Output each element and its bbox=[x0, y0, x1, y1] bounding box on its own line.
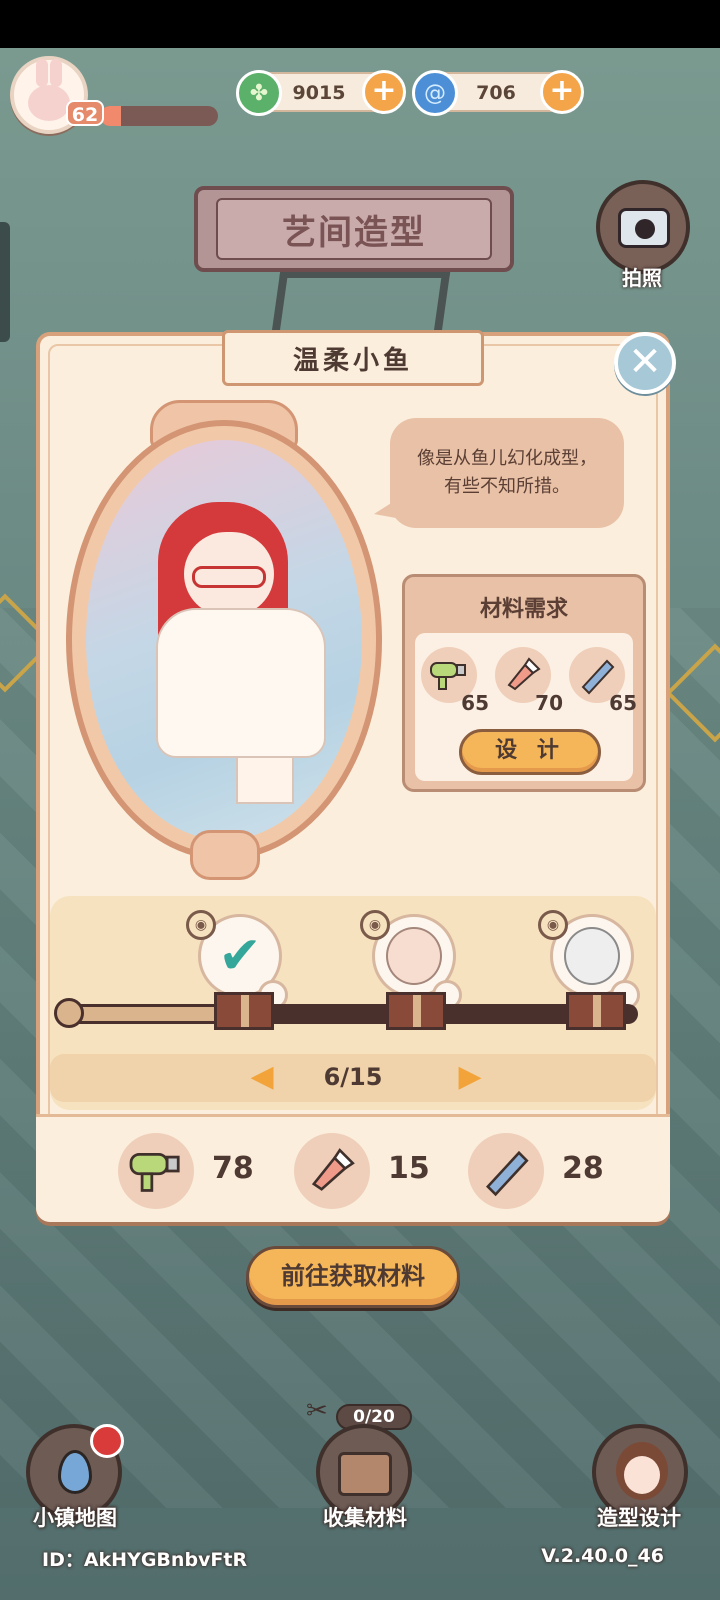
required-count: 70 bbox=[535, 691, 563, 715]
camera-icon bbox=[618, 208, 670, 248]
unlock-progress: ✔ ◉ ◉ ◉ ◀ 6/15 ▶ bbox=[50, 896, 656, 1110]
inventory-comb: 28 bbox=[468, 1133, 638, 1211]
status-bar bbox=[0, 0, 720, 48]
page-title: 艺间造型 bbox=[282, 212, 426, 253]
clover-icon: ✤ bbox=[236, 70, 282, 116]
get-materials-button[interactable]: 前往获取材料 bbox=[246, 1246, 460, 1308]
makeup-brush-icon bbox=[294, 1133, 370, 1209]
character-glasses bbox=[192, 566, 266, 588]
materials-required-box: 材料需求 65 70 65 设 计 bbox=[402, 574, 646, 792]
add-clover-button[interactable]: + bbox=[362, 70, 406, 114]
hair-dryer-icon bbox=[118, 1133, 194, 1209]
gift-icon[interactable] bbox=[386, 992, 446, 1030]
inventory-makeup-brush: 15 bbox=[294, 1133, 464, 1211]
comb-icon bbox=[468, 1133, 544, 1209]
map-pin-icon bbox=[58, 1450, 92, 1494]
description-bubble: 像是从鱼儿幻化成型，有些不知所措。 bbox=[374, 418, 624, 528]
progress-track bbox=[54, 998, 638, 1028]
inventory-count: 15 bbox=[388, 1151, 430, 1186]
close-icon: ✕ bbox=[628, 339, 662, 385]
close-button[interactable]: ✕ bbox=[614, 332, 676, 394]
next-page-arrow-icon[interactable]: ▶ bbox=[456, 1062, 484, 1094]
notification-dot bbox=[90, 1424, 124, 1458]
eye-icon[interactable]: ◉ bbox=[538, 910, 568, 940]
outfit-name-plate: 温柔小鱼 bbox=[222, 330, 484, 386]
character-preview[interactable] bbox=[86, 440, 362, 840]
currency-clover: ✤ 9015 + bbox=[236, 70, 406, 116]
outfit-name: 温柔小鱼 bbox=[292, 345, 413, 376]
outfit-description: 像是从鱼儿幻化成型，有些不知所措。 bbox=[417, 448, 597, 497]
progress-knob bbox=[54, 998, 84, 1028]
scissors-icon: ✂ bbox=[306, 1396, 328, 1426]
gift-icon[interactable] bbox=[214, 992, 274, 1030]
character-legs bbox=[236, 756, 294, 804]
required-count: 65 bbox=[461, 691, 489, 715]
player-id: ID：AkHYGBnbvFtR bbox=[42, 1549, 248, 1571]
page-indicator: 6/15 bbox=[323, 1063, 383, 1091]
camera-button[interactable] bbox=[596, 180, 690, 274]
mirror-foot-ornament bbox=[190, 830, 260, 880]
eye-icon[interactable]: ◉ bbox=[186, 910, 216, 940]
required-count: 65 bbox=[609, 691, 637, 715]
add-swirl-button[interactable]: + bbox=[540, 70, 584, 114]
version-text: V.2.40.0_46 bbox=[541, 1545, 664, 1567]
level-badge: 62 bbox=[66, 100, 104, 126]
required-makeup-brush: 70 bbox=[495, 647, 563, 715]
material-inventory: 78 15 28 bbox=[36, 1114, 670, 1222]
milestone-2[interactable]: ◉ bbox=[360, 906, 462, 1010]
inventory-count: 28 bbox=[562, 1151, 604, 1186]
camera-label: 拍照 bbox=[622, 266, 662, 290]
inventory-count: 78 bbox=[212, 1151, 254, 1186]
mirror-frame bbox=[66, 420, 382, 860]
white-hair-head-icon bbox=[564, 927, 620, 985]
page-title-banner: 艺间造型 bbox=[194, 186, 514, 272]
bald-head-icon bbox=[386, 927, 442, 985]
materials-title: 材料需求 bbox=[479, 597, 568, 622]
toolbox-icon bbox=[338, 1452, 392, 1496]
styling-design-label: 造型设计 bbox=[597, 1506, 681, 1530]
milestone-1[interactable]: ✔ ◉ bbox=[186, 906, 288, 1010]
bunny-icon bbox=[28, 59, 70, 121]
collect-materials-label: 收集材料 bbox=[323, 1506, 407, 1530]
required-comb: 65 bbox=[569, 647, 637, 715]
town-map-label: 小镇地图 bbox=[33, 1506, 117, 1530]
side-edge-tab[interactable] bbox=[0, 222, 10, 342]
gift-icon[interactable] bbox=[566, 992, 626, 1030]
xp-bar bbox=[100, 106, 218, 126]
girl-avatar-icon bbox=[616, 1442, 668, 1500]
page-navigator: ◀ 6/15 ▶ bbox=[50, 1054, 656, 1102]
currency-swirl: @ 706 + bbox=[412, 70, 584, 116]
currency-value: 706 bbox=[476, 82, 516, 104]
character-cape bbox=[156, 608, 326, 758]
milestone-3[interactable]: ◉ bbox=[538, 906, 640, 1010]
checkmark-icon: ✔ bbox=[218, 926, 262, 986]
design-button[interactable]: 设 计 bbox=[459, 729, 601, 775]
inventory-hair-dryer: 78 bbox=[118, 1133, 288, 1211]
swirl-icon: @ bbox=[412, 70, 458, 116]
required-hair-dryer: 65 bbox=[421, 647, 489, 715]
currency-value: 9015 bbox=[292, 82, 346, 104]
eye-icon[interactable]: ◉ bbox=[360, 910, 390, 940]
